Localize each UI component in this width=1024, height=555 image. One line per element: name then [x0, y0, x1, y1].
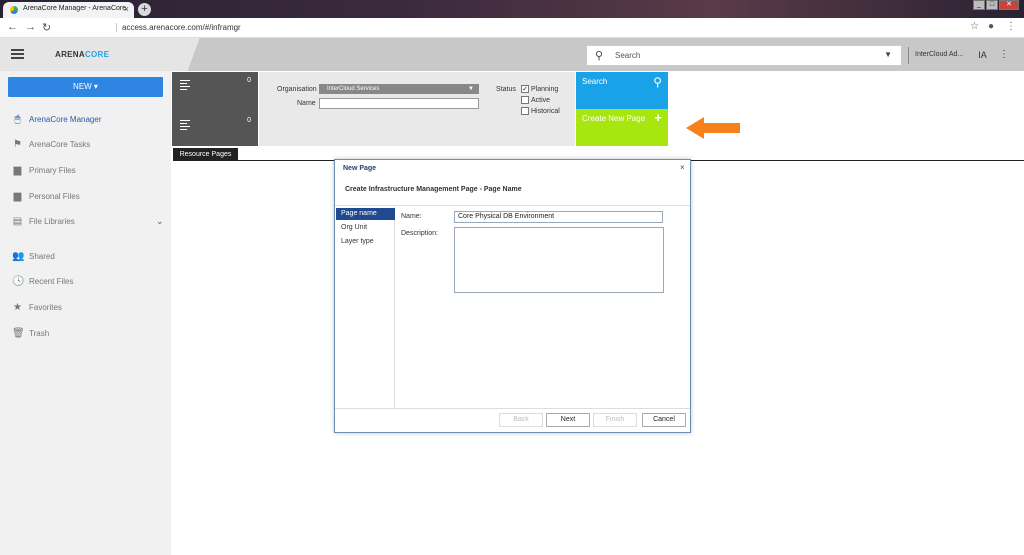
profile-icon[interactable]: ● — [988, 21, 994, 32]
more-menu-icon[interactable]: ⋮ — [999, 49, 1009, 60]
sidebar-item-primary-files[interactable]: ▆ Primary Files — [0, 161, 171, 181]
mouse-icon: 🖱 — [14, 114, 21, 125]
close-icon[interactable]: × — [680, 163, 685, 172]
search-icon: ⚲ — [653, 75, 662, 89]
page-name-input[interactable]: Core Physical DB Environment — [454, 211, 663, 223]
hamburger-menu-icon[interactable] — [11, 49, 24, 59]
tab-close-icon[interactable]: × — [124, 4, 129, 14]
clock-icon: 🕓 — [12, 276, 25, 287]
organisation-label: Organisation — [277, 86, 317, 93]
wizard-step-org-unit[interactable]: Org Unit — [336, 222, 395, 234]
library-icon: ▤ — [12, 216, 23, 227]
sidebar-item-shared[interactable]: 👥 Shared — [0, 247, 171, 267]
search-tile[interactable]: Search ⚲ — [576, 72, 668, 109]
sidebar-item-favorites[interactable]: ★ Favorites — [0, 298, 171, 318]
favicon-icon — [10, 6, 18, 14]
dialog-divider — [335, 205, 690, 206]
dropdown-arrow-icon: ▼ — [468, 86, 474, 92]
page-count-tile[interactable]: 0 — [172, 72, 258, 112]
historical-label: Historical — [531, 108, 560, 115]
sidebar-item-label: Recent Files — [29, 277, 74, 286]
maximize-button[interactable]: □ — [986, 0, 998, 10]
dialog-title: New Page — [343, 165, 377, 172]
new-tab-button[interactable]: + — [138, 3, 151, 16]
sidebar-item-arenacore-manager[interactable]: 🖱 ArenaCore Manager — [0, 110, 171, 130]
trash-icon: 🗑 — [12, 328, 25, 339]
sidebar-item-label: ArenaCore Tasks — [29, 140, 91, 149]
global-search-input[interactable]: ⚲ Search ▼ — [586, 45, 902, 66]
back-button[interactable]: Back — [499, 413, 543, 427]
url-field[interactable]: access.arenacore.com/#/inframgr — [116, 23, 241, 32]
name-label: Name — [297, 100, 316, 107]
sidebar-item-arenacore-tasks[interactable]: ⚑ ArenaCore Tasks — [0, 135, 171, 155]
back-arrow-icon[interactable]: ← — [7, 21, 18, 33]
bookmark-star-icon[interactable]: ☆ — [970, 21, 979, 32]
sidebar-item-label: Primary Files — [29, 166, 76, 175]
organisation-name[interactable]: InterCloud Ad... — [915, 51, 963, 58]
finish-button[interactable]: Finish — [593, 413, 637, 427]
search-icon: ⚲ — [595, 50, 604, 62]
sidebar-item-label: Shared — [29, 252, 55, 261]
chevron-down-icon[interactable]: ⌄ — [156, 216, 164, 227]
page-name-label: Name: — [401, 213, 422, 220]
historical-checkbox[interactable] — [521, 107, 529, 115]
search-dropdown-icon[interactable]: ▼ — [884, 50, 892, 59]
organisation-select[interactable]: InterCloud Services ▼ — [319, 84, 479, 94]
sidebar-item-label: File Libraries — [29, 217, 75, 226]
cancel-button[interactable]: Cancel — [642, 413, 686, 427]
tab-resource-pages[interactable]: Resource Pages — [173, 148, 238, 161]
people-icon: 👥 — [12, 251, 25, 262]
create-new-page-tile[interactable]: Create New Page + — [576, 109, 668, 146]
search-placeholder: Search — [615, 51, 641, 60]
sidebar-item-label: Favorites — [29, 303, 62, 312]
active-checkbox[interactable] — [521, 96, 529, 104]
address-bar: ← → ↻ access.arenacore.com/#/inframgr ☆ … — [0, 18, 1024, 38]
browser-tab[interactable]: ArenaCore Manager - ArenaCore × — [3, 2, 134, 18]
sidebar-item-label: ArenaCore Manager — [29, 115, 102, 124]
folder-icon: ▆ — [13, 165, 22, 176]
arrow-left-icon — [686, 117, 740, 139]
dialog-heading: Create Infrastructure Management Page - … — [345, 186, 522, 193]
sidebar-item-recent-files[interactable]: 🕓 Recent Files — [0, 272, 171, 292]
star-icon: ★ — [13, 302, 22, 313]
sidebar-item-file-libraries[interactable]: ▤ File Libraries ⌄ — [0, 212, 171, 232]
wizard-step-page-name[interactable]: Page name — [336, 208, 395, 220]
active-label: Active — [531, 97, 551, 104]
avatar[interactable]: IA — [974, 47, 991, 64]
window-close-button[interactable]: ✕ — [999, 0, 1019, 10]
flag-icon: ⚑ — [13, 139, 22, 150]
name-filter-input[interactable] — [319, 98, 479, 109]
search-tile-label: Search — [582, 77, 608, 86]
description-textarea[interactable] — [454, 227, 664, 293]
forward-arrow-icon[interactable]: → — [25, 21, 36, 33]
sidebar-item-trash[interactable]: 🗑 Trash — [0, 324, 171, 344]
header-divider — [908, 47, 909, 64]
sidebar-item-label: Personal Files — [29, 192, 80, 201]
app-logo[interactable]: ARENACORE — [55, 50, 109, 59]
header-band — [166, 38, 238, 71]
page-count-tile[interactable]: 0 — [172, 112, 258, 146]
sidebar-item-label: Trash — [29, 329, 50, 338]
document-list-icon — [180, 120, 190, 132]
wizard-step-layer-type[interactable]: Layer type — [336, 236, 395, 248]
sidebar-item-personal-files[interactable]: ▆ Personal Files — [0, 187, 171, 207]
description-label: Description: — [401, 230, 438, 237]
plus-icon: + — [654, 110, 662, 125]
minimize-button[interactable]: _ — [973, 0, 985, 10]
folder-icon: ▆ — [13, 191, 22, 202]
status-label: Status — [496, 86, 516, 93]
browser-menu-icon[interactable]: ⋮ — [1006, 21, 1016, 32]
planning-checkbox[interactable]: ✓ — [521, 85, 529, 93]
tile-count: 0 — [247, 77, 251, 84]
next-button[interactable]: Next — [546, 413, 590, 427]
tab-title: ArenaCore Manager - ArenaCore — [23, 5, 127, 12]
planning-label: Planning — [531, 86, 559, 93]
dialog-footer-divider — [335, 408, 690, 409]
tile-count: 0 — [247, 117, 251, 124]
reload-icon[interactable]: ↻ — [42, 21, 51, 34]
document-list-icon — [180, 80, 190, 92]
create-tile-label: Create New Page — [582, 114, 646, 123]
browser-tab-strip — [0, 0, 1024, 18]
new-button[interactable]: NEW ▾ — [8, 77, 163, 97]
